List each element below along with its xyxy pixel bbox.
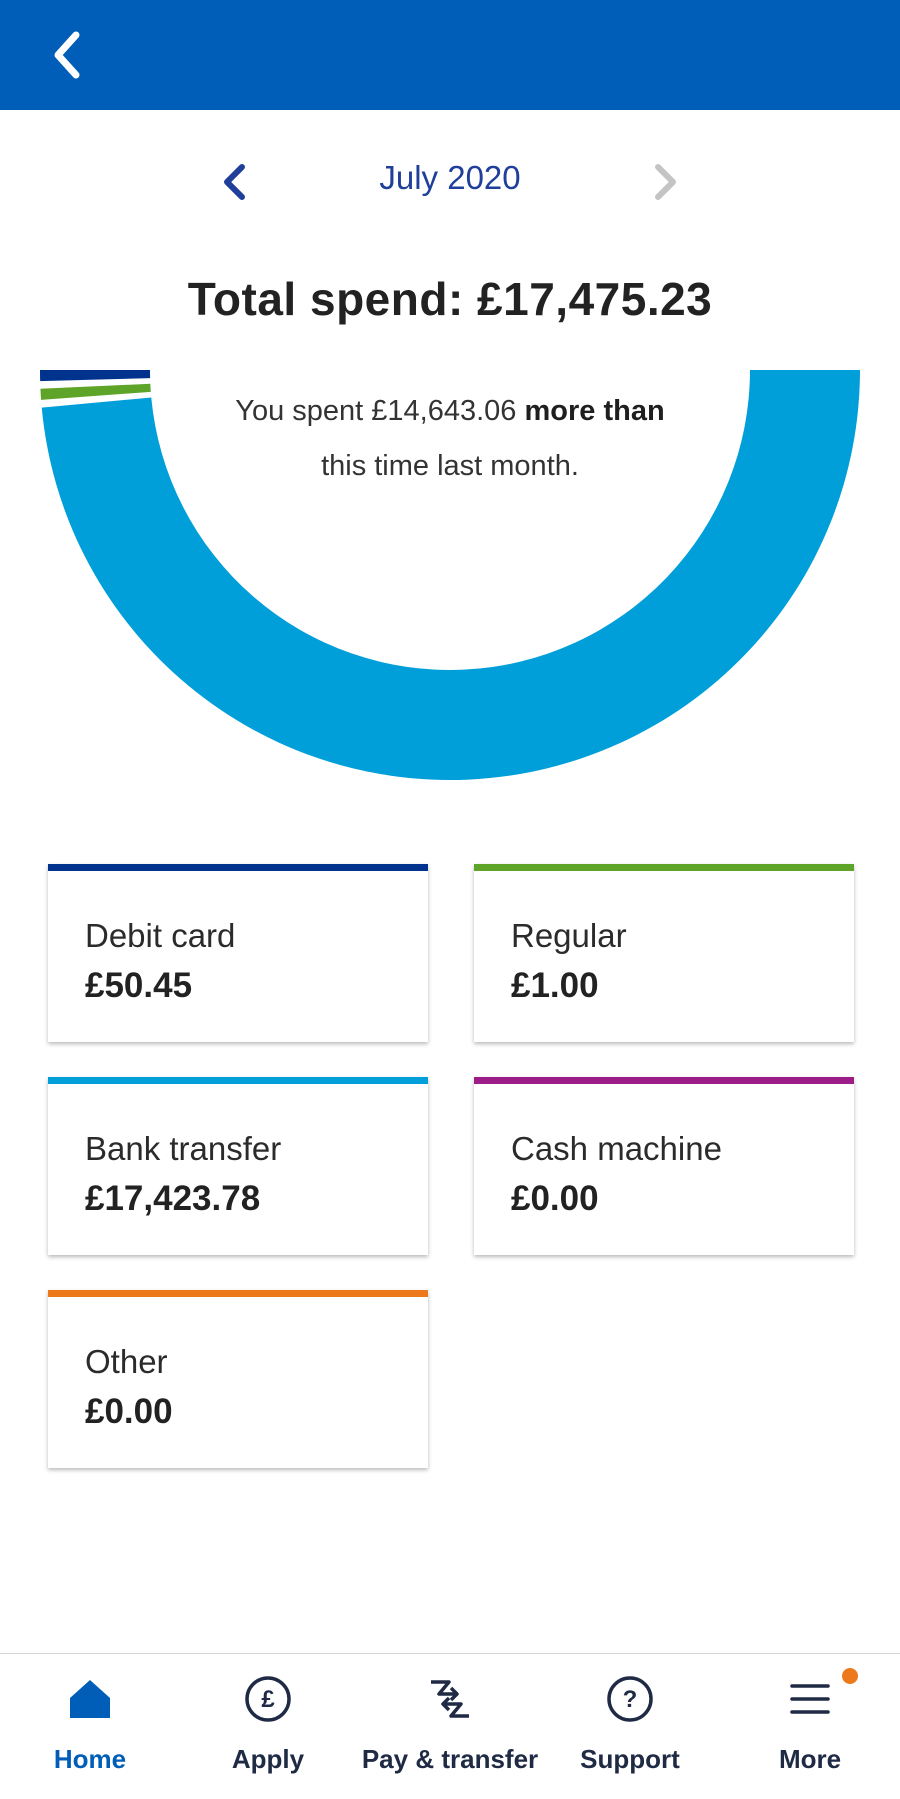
category-card-debit-card[interactable]: Debit card £50.45	[48, 864, 428, 1042]
previous-month-button[interactable]	[210, 157, 260, 207]
chevron-right-icon	[655, 164, 676, 200]
category-label: Bank transfer	[85, 1130, 282, 1167]
next-month-button[interactable]	[640, 157, 690, 207]
category-label: Regular	[511, 917, 627, 954]
nav-label: More	[778, 1744, 842, 1774]
category-card-cash-machine[interactable]: Cash machine £0.00	[474, 1077, 854, 1255]
donut-segment-debit-card	[40, 370, 151, 382]
total-spend: Total spend: £17,475.23	[187, 273, 713, 325]
home-icon	[70, 1680, 110, 1718]
app-bar	[0, 0, 900, 110]
nav-home[interactable]: Home	[0, 1654, 180, 1799]
category-amount: £1.00	[511, 966, 599, 1005]
nav-label: Support	[580, 1744, 680, 1774]
category-card-other[interactable]: Other £0.00	[48, 1290, 428, 1468]
question-circle-icon: ?	[607, 1676, 653, 1722]
nav-label: Home	[53, 1744, 127, 1774]
spend-comparison: You spent £14,643.06 more than this time…	[230, 384, 670, 494]
comparison-suffix: this time last month.	[321, 450, 579, 482]
svg-text:?: ?	[623, 1686, 638, 1713]
nav-label: Pay & transfer	[361, 1744, 539, 1774]
category-label: Cash machine	[511, 1130, 722, 1167]
bottom-navigation: Home £ Apply Pay & transfer ? Support Mo	[0, 1653, 900, 1799]
category-amount: £0.00	[511, 1179, 599, 1218]
comparison-emphasis: more than	[524, 395, 665, 427]
comparison-prefix: You spent £14,643.06	[235, 395, 525, 427]
menu-icon	[790, 1684, 830, 1714]
svg-text:£: £	[261, 1686, 275, 1713]
back-button[interactable]	[40, 25, 100, 85]
category-card-regular[interactable]: Regular £1.00	[474, 864, 854, 1042]
chevron-left-icon	[224, 164, 245, 200]
nav-pay-transfer[interactable]: Pay & transfer	[360, 1654, 540, 1799]
category-amount: £50.45	[85, 966, 193, 1005]
category-amount: £17,423.78	[85, 1179, 261, 1218]
nav-support[interactable]: ? Support	[540, 1654, 720, 1799]
nav-label: Apply	[231, 1744, 305, 1774]
chevron-left-icon	[54, 31, 80, 79]
transfer-arrows-icon	[431, 1680, 469, 1718]
category-card-bank-transfer[interactable]: Bank transfer £17,423.78	[48, 1077, 428, 1255]
month-navigator: July 2020	[0, 145, 900, 215]
category-label: Other	[85, 1343, 168, 1380]
nav-apply[interactable]: £ Apply	[178, 1654, 358, 1799]
nav-more[interactable]: More	[720, 1654, 900, 1799]
month-label: July 2020	[379, 159, 521, 196]
pound-circle-icon: £	[245, 1676, 291, 1722]
category-amount: £0.00	[85, 1392, 173, 1431]
donut-segment-regular	[40, 383, 151, 400]
notification-badge	[842, 1668, 858, 1684]
category-label: Debit card	[85, 917, 236, 954]
